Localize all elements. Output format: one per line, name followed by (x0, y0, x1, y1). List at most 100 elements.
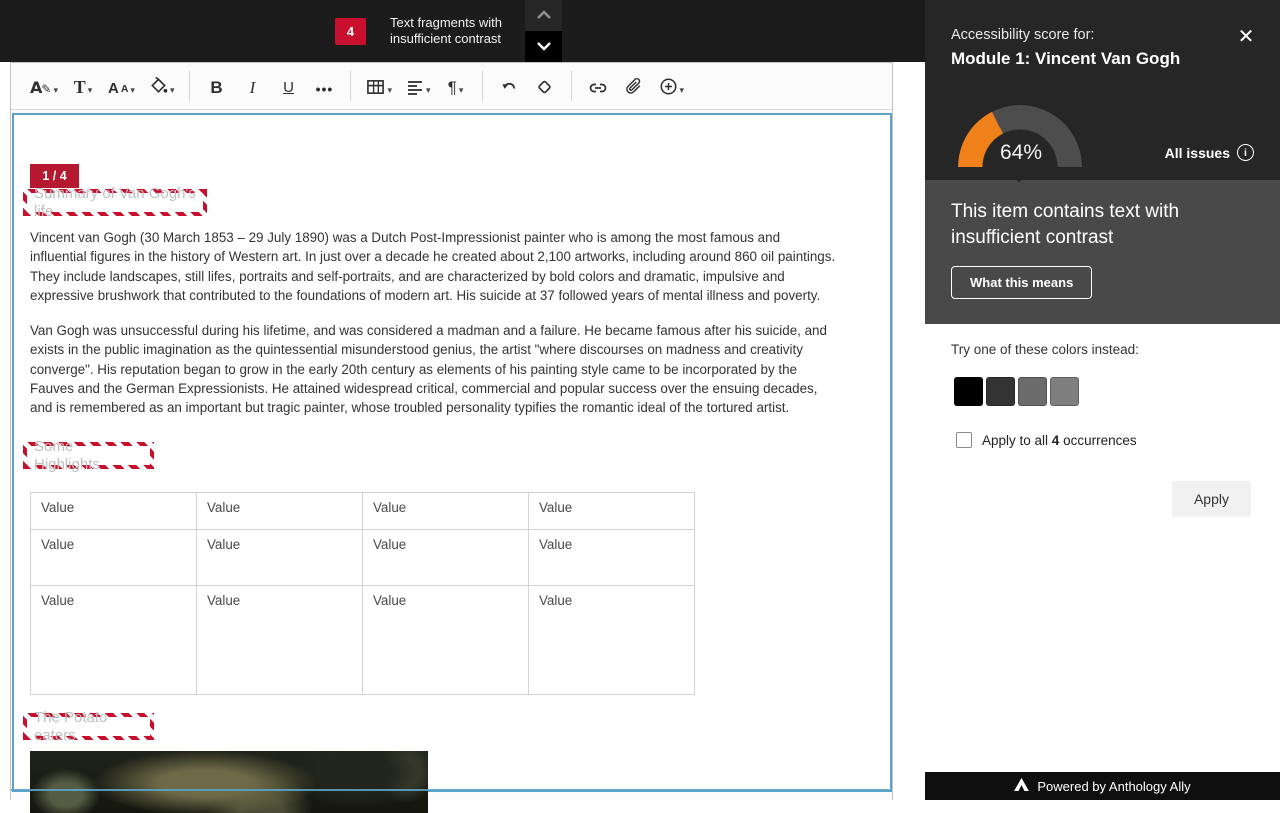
font-family-button[interactable]: T▾ (68, 70, 98, 102)
link-button[interactable] (583, 70, 613, 102)
chevron-down-icon: ▾ (88, 84, 93, 96)
color-swatch-dark-gray[interactable] (986, 377, 1015, 406)
issue-label: Text fragments with insufficient contras… (390, 15, 502, 47)
italic-icon: I (250, 80, 256, 96)
table-cell[interactable]: Value (31, 530, 197, 586)
paragraph-van-gogh-life[interactable]: Vincent van Gogh (30 March 1853 – 29 Jul… (30, 228, 840, 305)
toolbar-divider (482, 71, 483, 101)
panel-title: Module 1: Vincent Van Gogh (951, 49, 1180, 69)
next-issue-button[interactable] (525, 31, 562, 62)
font-size-button[interactable]: AA▾ (104, 70, 139, 102)
toolbar-divider (571, 71, 572, 101)
clear-formatting-button[interactable] (530, 70, 560, 102)
issue-count-badge: 4 (335, 18, 366, 45)
gauge-pointer-notch (1002, 166, 1036, 182)
paint-bucket-icon (149, 77, 168, 96)
paragraph-icon: ¶ (448, 79, 457, 96)
pencil-icon: ✎ (41, 82, 51, 96)
toolbar-divider (189, 71, 190, 101)
color-swatch-black[interactable] (954, 377, 983, 406)
try-colors-label: Try one of these colors instead: (951, 342, 1139, 357)
link-icon (588, 80, 608, 96)
paragraph-van-gogh-legacy[interactable]: Van Gogh was unsuccessful during his lif… (30, 321, 840, 417)
panel-title-label: Accessibility score for: (951, 27, 1094, 43)
highlight-color-button[interactable]: ▾ (145, 70, 179, 102)
table-icon (366, 78, 385, 96)
issue-message-section: This item contains text with insufficien… (925, 180, 1280, 324)
table-cell[interactable]: Value (363, 493, 529, 530)
score-value: 64% (959, 141, 1083, 165)
paragraph-button[interactable]: ¶▾ (441, 70, 471, 102)
table-row: Value Value Value Value (31, 586, 695, 695)
potato-eaters-image[interactable] (30, 751, 428, 813)
undo-button[interactable] (494, 70, 524, 102)
more-options-button[interactable]: ••• (309, 70, 339, 102)
all-issues-link[interactable]: All issues i (1165, 144, 1254, 161)
content-table: Value Value Value Value Value Value Valu… (30, 492, 695, 695)
apply-all-label: Apply to all 4 occurrences (982, 433, 1137, 448)
text-color-button[interactable]: A✎▾ (26, 70, 62, 102)
color-swatch-light-gray[interactable] (1050, 377, 1079, 406)
what-this-means-button[interactable]: What this means (951, 266, 1092, 299)
chevron-down-icon (536, 39, 552, 54)
info-icon: i (1237, 144, 1254, 161)
bold-button[interactable]: B (201, 70, 231, 102)
underline-icon: U (283, 80, 294, 96)
font-size-icon: A (108, 81, 119, 96)
apply-all-row: Apply to all 4 occurrences (956, 432, 1137, 448)
flagged-heading-highlights[interactable]: Some Highlights (23, 442, 154, 469)
table-cell[interactable]: Value (197, 530, 363, 586)
issue-heading: This item contains text with insufficien… (951, 199, 1236, 251)
chevron-down-icon: ▾ (130, 84, 135, 96)
color-swatch-gray[interactable] (1018, 377, 1047, 406)
attach-file-button[interactable] (619, 70, 649, 102)
table-cell[interactable]: Value (31, 586, 197, 695)
previous-issue-button[interactable] (525, 0, 562, 31)
apply-button[interactable]: Apply (1172, 481, 1251, 517)
font-size-icon-small: A (121, 83, 129, 96)
paperclip-icon (625, 77, 643, 96)
align-button[interactable]: ▾ (402, 70, 435, 102)
table-cell[interactable]: Value (31, 493, 197, 530)
chevron-up-icon (536, 8, 552, 23)
apply-all-checkbox[interactable] (956, 432, 972, 448)
align-left-icon (406, 79, 424, 96)
chevron-down-icon: ▾ (426, 84, 431, 96)
editor-toolbar: A✎▾ T▾ AA▾ ▾ B I U ••• ▾ ▾ ¶▾ (11, 63, 892, 110)
issue-nav-buttons (525, 0, 562, 62)
flagged-heading-potato-eaters[interactable]: The Potato eaters (23, 713, 154, 740)
font-family-icon: T (74, 79, 86, 96)
insert-button[interactable]: ▾ (655, 70, 689, 102)
close-button[interactable]: ✕ (1232, 22, 1260, 50)
table-cell[interactable]: Value (529, 530, 695, 586)
italic-button[interactable]: I (237, 70, 267, 102)
undo-icon (499, 79, 518, 96)
toolbar-divider (350, 71, 351, 101)
close-icon: ✕ (1238, 24, 1255, 48)
more-icon: ••• (316, 82, 334, 96)
plus-circle-icon (659, 77, 678, 96)
table-cell[interactable]: Value (197, 586, 363, 695)
chevron-down-icon: ▾ (170, 84, 175, 96)
table-cell[interactable]: Value (363, 586, 529, 695)
content-area-bottom-border (11, 789, 891, 791)
underline-button[interactable]: U (273, 70, 303, 102)
chevron-down-icon: ▾ (53, 84, 58, 96)
panel-footer: Powered by Anthology Ally (925, 772, 1280, 800)
panel-header: Accessibility score for: Module 1: Vince… (925, 0, 1280, 180)
flagged-heading-summary[interactable]: Summary of Van Gogh's life (23, 189, 207, 216)
editor-content-area[interactable]: 1 / 4 Summary of Van Gogh's life Vincent… (12, 113, 892, 792)
anthology-logo (1014, 778, 1029, 794)
issue-navigation-bar: 4 Text fragments with insufficient contr… (0, 0, 925, 62)
eraser-icon (535, 78, 554, 96)
table-cell[interactable]: Value (197, 493, 363, 530)
bold-icon: B (210, 80, 222, 96)
powered-by-label: Powered by Anthology Ally (1037, 779, 1190, 794)
color-swatch-row (954, 377, 1079, 406)
chevron-down-icon: ▾ (387, 84, 392, 96)
table-row: Value Value Value Value (31, 530, 695, 586)
table-cell[interactable]: Value (529, 586, 695, 695)
table-cell[interactable]: Value (529, 493, 695, 530)
table-button[interactable]: ▾ (362, 70, 396, 102)
table-cell[interactable]: Value (363, 530, 529, 586)
